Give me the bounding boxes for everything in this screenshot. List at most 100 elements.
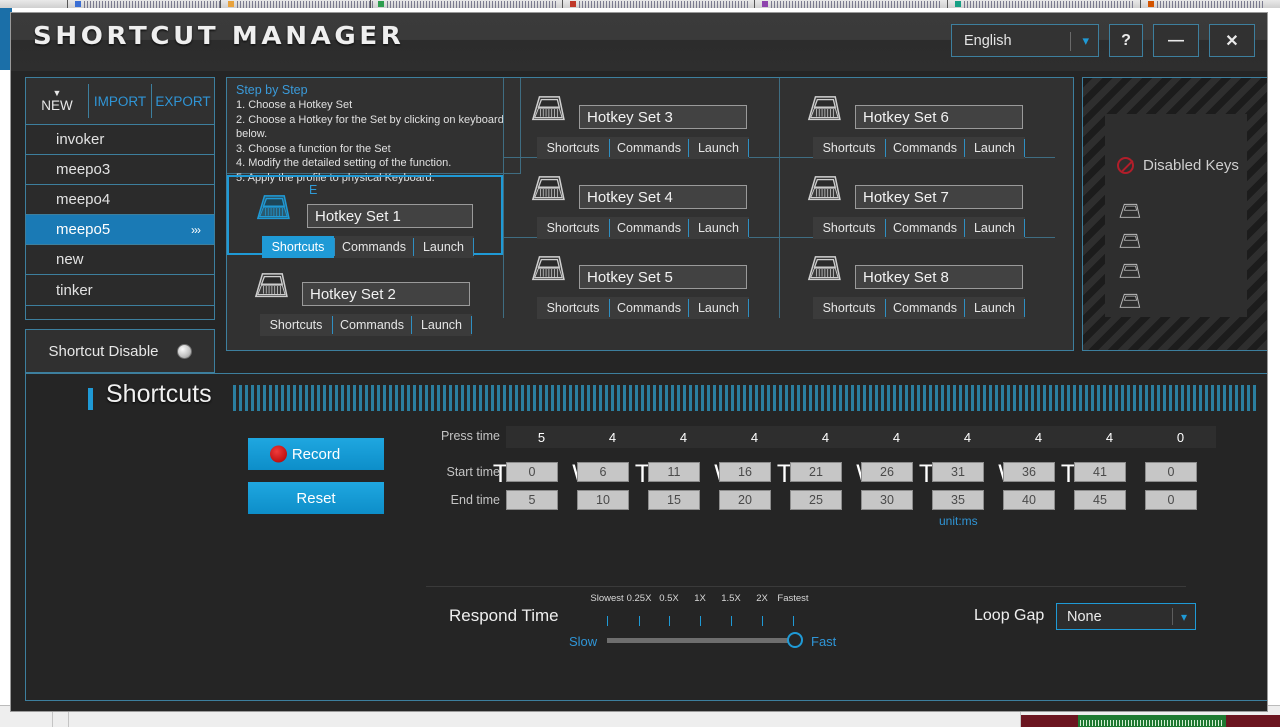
hotkey-set-6-name[interactable]: Hotkey Set 6 [855, 105, 1023, 129]
end-time-input[interactable]: 25 [790, 490, 842, 510]
hotkey-set-5-name[interactable]: Hotkey Set 5 [579, 265, 747, 289]
tab-shortcuts[interactable]: Shortcuts [537, 217, 609, 239]
start-time-input[interactable]: 31 [932, 462, 984, 482]
tab-commands[interactable]: Commands [886, 297, 964, 319]
tab-commands[interactable]: Commands [333, 314, 411, 336]
profile-label: meepo5 [56, 221, 111, 238]
end-time-input[interactable]: 10 [577, 490, 629, 510]
tab-title[interactable] [387, 1, 558, 8]
tab-close-icon[interactable] [754, 0, 755, 8]
hotkey-set-card-4[interactable]: Hotkey Set 4 Shortcuts Commands Launch [504, 158, 779, 239]
hotkey-set-2-name[interactable]: Hotkey Set 2 [302, 282, 470, 306]
import-profile-button[interactable]: IMPORT [89, 78, 151, 124]
respond-time-slider[interactable]: Slow Fast [569, 632, 836, 649]
hotkey-set-card-1[interactable]: E Hotkey Set 1 Shortcuts Commands Launch [227, 175, 503, 258]
tab-title[interactable] [964, 1, 1135, 8]
start-time-input[interactable]: 0 [1145, 462, 1197, 482]
tab-title[interactable] [84, 1, 220, 8]
tab-close-icon[interactable] [220, 0, 221, 8]
profile-list-item-meepo4[interactable]: meepo4 [26, 185, 214, 215]
tab-title[interactable] [237, 1, 373, 8]
end-time-input[interactable]: 15 [648, 490, 700, 510]
tab-close-icon[interactable] [67, 0, 68, 8]
close-button[interactable]: ✕ [1209, 24, 1255, 57]
start-time-input[interactable]: 11 [648, 462, 700, 482]
new-profile-button[interactable]: ▼ NEW [26, 78, 88, 124]
tab-shortcuts[interactable]: Shortcuts [813, 137, 885, 159]
tab-shortcuts[interactable]: Shortcuts [813, 297, 885, 319]
profile-list-item-invoker[interactable]: invoker [26, 125, 214, 155]
end-time-input[interactable]: 35 [932, 490, 984, 510]
start-time-input[interactable]: 41 [1074, 462, 1126, 482]
tab-shortcuts[interactable]: Shortcuts [537, 137, 609, 159]
end-time-input[interactable]: 5 [506, 490, 558, 510]
disabled-key-slot-2[interactable] [1117, 232, 1141, 252]
profile-toolbar: ▼ NEW IMPORT EXPORT [25, 77, 215, 125]
tab-commands[interactable]: Commands [886, 137, 964, 159]
minimize-button[interactable]: — [1153, 24, 1199, 57]
tab-launch[interactable]: Launch [412, 314, 471, 336]
tab-shortcuts[interactable]: Shortcuts [537, 297, 609, 319]
start-time-input[interactable]: 26 [861, 462, 913, 482]
tab-launch[interactable]: Launch [965, 217, 1024, 239]
tab-launch[interactable]: Launch [689, 217, 748, 239]
profile-list-item-meepo5[interactable]: meepo5 ››› [26, 215, 214, 245]
end-time-input[interactable]: 45 [1074, 490, 1126, 510]
tab-close-icon[interactable] [1140, 0, 1141, 8]
hotkey-set-card-8[interactable]: Hotkey Set 8 Shortcuts Commands Launch [780, 238, 1055, 319]
hotkey-set-3-name[interactable]: Hotkey Set 3 [579, 105, 747, 129]
hotkey-set-8-name[interactable]: Hotkey Set 8 [855, 265, 1023, 289]
tab-close-icon[interactable] [947, 0, 948, 8]
profile-list-item-meepo3[interactable]: meepo3 [26, 155, 214, 185]
tab-commands[interactable]: Commands [610, 297, 688, 319]
end-time-input[interactable]: 40 [1003, 490, 1055, 510]
disabled-key-slot-1[interactable] [1117, 202, 1141, 222]
tab-title[interactable] [771, 1, 942, 8]
tab-shortcuts[interactable]: Shortcuts [260, 314, 332, 336]
shortcuts-section: Shortcuts Record Reset Press time 5 4 4 … [25, 373, 1267, 701]
hotkey-set-card-2[interactable]: Hotkey Set 2 Shortcuts Commands Launch [227, 255, 503, 336]
keycap-icon [807, 256, 841, 281]
hotkey-set-card-3[interactable]: Hotkey Set 3 Shortcuts Commands Launch [504, 78, 779, 159]
hotkey-set-card-6[interactable]: Hotkey Set 6 Shortcuts Commands Launch [780, 78, 1055, 159]
tab-commands[interactable]: Commands [610, 137, 688, 159]
tab-title[interactable] [1157, 1, 1263, 8]
record-button[interactable]: Record [248, 438, 384, 470]
slider-thumb[interactable] [787, 632, 803, 648]
start-time-input[interactable]: 6 [577, 462, 629, 482]
loop-gap-select[interactable]: None ▾ [1056, 603, 1196, 630]
start-time-input[interactable]: 21 [790, 462, 842, 482]
tab-shortcuts[interactable]: Shortcuts [813, 217, 885, 239]
end-time-input[interactable]: 20 [719, 490, 771, 510]
tab-launch[interactable]: Launch [689, 137, 748, 159]
tab-commands[interactable]: Commands [886, 217, 964, 239]
start-time-input[interactable]: 0 [506, 462, 558, 482]
slider-track[interactable] [607, 638, 795, 643]
hotkey-set-1-name[interactable]: Hotkey Set 1 [307, 204, 473, 228]
hotkey-set-4-name[interactable]: Hotkey Set 4 [579, 185, 747, 209]
profile-list-item-new[interactable]: new [26, 245, 214, 275]
hotkey-set-card-7[interactable]: Hotkey Set 7 Shortcuts Commands Launch [780, 158, 1055, 239]
hotkey-set-card-5[interactable]: Hotkey Set 5 Shortcuts Commands Launch [504, 238, 779, 319]
end-time-input[interactable]: 30 [861, 490, 913, 510]
disabled-key-slot-4[interactable] [1117, 292, 1141, 312]
tab-launch[interactable]: Launch [965, 297, 1024, 319]
hotkey-set-7-name[interactable]: Hotkey Set 7 [855, 185, 1023, 209]
tab-title[interactable] [579, 1, 750, 8]
end-time-input[interactable]: 0 [1145, 490, 1197, 510]
tab-launch[interactable]: Launch [689, 297, 748, 319]
start-time-input[interactable]: 36 [1003, 462, 1055, 482]
profile-list-item-tinker[interactable]: tinker [26, 275, 214, 305]
tab-close-icon[interactable] [562, 0, 563, 8]
disabled-key-slot-3[interactable] [1117, 262, 1141, 282]
tab-separator [748, 299, 749, 317]
tab-commands[interactable]: Commands [610, 217, 688, 239]
tab-close-icon[interactable] [370, 0, 371, 8]
tab-launch[interactable]: Launch [965, 137, 1024, 159]
export-profile-button[interactable]: EXPORT [152, 78, 214, 124]
language-select[interactable]: English ▾ [951, 24, 1099, 57]
shortcut-disable-toggle[interactable]: Shortcut Disable [25, 329, 215, 373]
reset-button[interactable]: Reset [248, 482, 384, 514]
start-time-input[interactable]: 16 [719, 462, 771, 482]
help-button[interactable]: ? [1109, 24, 1143, 57]
